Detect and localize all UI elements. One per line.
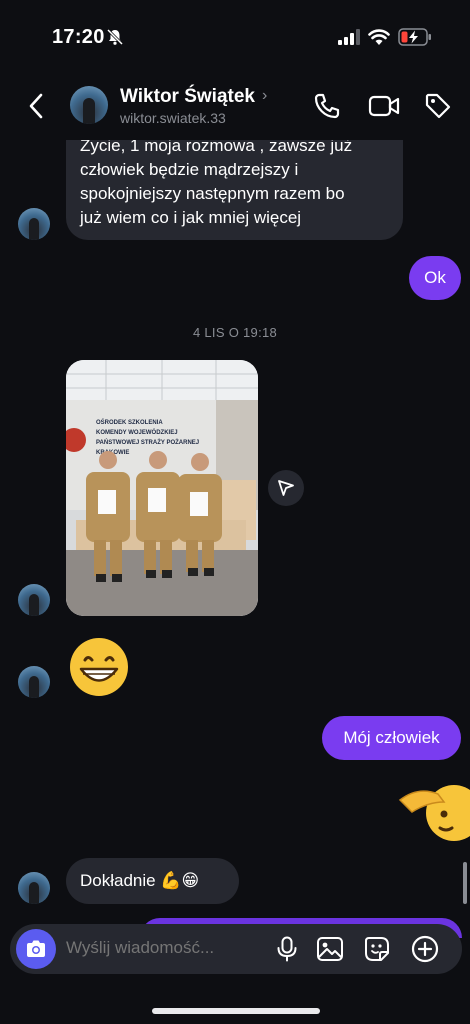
sender-avatar[interactable] xyxy=(18,872,50,904)
gallery-icon[interactable] xyxy=(316,936,344,962)
signal-icon xyxy=(338,29,360,45)
outgoing-message[interactable]: Ok xyxy=(409,256,461,300)
phone-icon[interactable] xyxy=(313,92,341,120)
send-icon xyxy=(278,480,294,496)
message-text: Ok xyxy=(424,268,446,287)
message-text: Dokładnie 💪😁 xyxy=(80,871,200,890)
sign-line: KOMENDY WOJEWÓDZKIEJ xyxy=(96,428,178,436)
status-bar: 17:20 xyxy=(0,0,470,70)
sign-line: PAŃSTWOWEJ STRAŻY POŻARNEJ xyxy=(96,438,199,446)
grinning-face-emoji[interactable] xyxy=(68,636,130,698)
sign-line: OŚRODEK SZKOLENIA xyxy=(96,419,163,426)
tag-icon[interactable] xyxy=(424,92,452,120)
message-line: człowiek będzie mądrzejszy i xyxy=(80,160,299,179)
scrollbar[interactable] xyxy=(463,862,467,904)
camera-icon xyxy=(27,940,45,957)
status-time: 17:20 xyxy=(52,26,105,48)
camera-button[interactable] xyxy=(16,929,56,969)
sender-avatar[interactable] xyxy=(18,584,50,616)
saluting-face-emoji[interactable] xyxy=(398,782,470,844)
photo-message[interactable]: OŚRODEK SZKOLENIA KOMENDY WOJEWÓDZKIEJ P… xyxy=(66,360,258,616)
incoming-message[interactable]: Dokładnie 💪😁 xyxy=(66,858,239,904)
share-button[interactable] xyxy=(268,470,304,506)
sender-avatar[interactable] xyxy=(18,666,50,698)
battery-charging-icon xyxy=(398,28,431,46)
message-text: Mój człowiek xyxy=(343,728,440,747)
outgoing-message[interactable]: Mój człowiek xyxy=(322,716,461,760)
conversation-header: Wiktor Świątek › wiktor.swiatek.33 xyxy=(0,70,470,140)
date-separator: 4 LIS O 19:18 xyxy=(192,325,278,340)
contact-name[interactable]: Wiktor Świątek xyxy=(120,86,255,108)
bell-muted-icon xyxy=(106,28,124,46)
video-camera-icon[interactable] xyxy=(368,94,400,118)
wifi-icon xyxy=(368,29,390,45)
message-line: już wiem co i jak mniej więcej xyxy=(80,208,302,227)
plus-circle-icon[interactable] xyxy=(411,935,439,963)
contact-username: wiktor.swiatek.33 xyxy=(120,110,226,126)
chevron-right-icon[interactable]: › xyxy=(262,87,267,105)
back-icon[interactable] xyxy=(26,92,48,120)
microphone-icon[interactable] xyxy=(276,936,298,962)
sender-avatar[interactable] xyxy=(18,208,50,240)
contact-avatar[interactable] xyxy=(70,86,108,124)
sticker-icon[interactable] xyxy=(364,936,390,962)
message-input[interactable] xyxy=(66,938,266,958)
message-composer xyxy=(10,924,462,974)
message-line: spokojniejszy następnym razem bo xyxy=(80,184,345,203)
home-indicator[interactable] xyxy=(152,1008,320,1014)
